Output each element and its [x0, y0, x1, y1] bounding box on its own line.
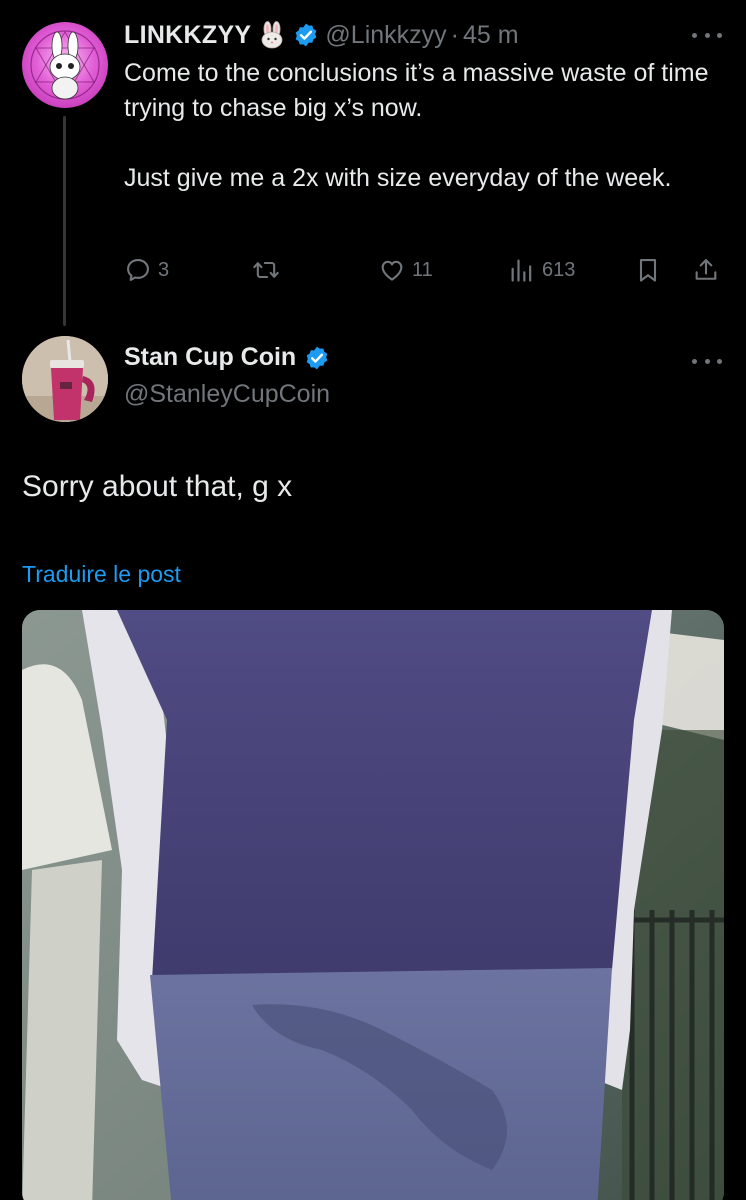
tweet-media-image[interactable] [22, 610, 724, 1200]
heart-icon [381, 260, 403, 281]
repost-button[interactable] [252, 252, 286, 288]
verified-badge-icon[interactable] [293, 22, 319, 48]
reply-icon [127, 259, 149, 281]
post-timestamp[interactable]: 45 m [463, 21, 519, 50]
parent-tweet[interactable]: LINKKZYY @Linkkzyy · 45 m Come to the co… [0, 0, 746, 330]
rabbit-avatar-art [30, 30, 100, 100]
author-display-name[interactable]: LINKKZYY [124, 21, 251, 50]
like-count: 11 [412, 258, 433, 281]
reply-count: 3 [158, 258, 170, 281]
repost-icon [253, 261, 279, 279]
author-handle[interactable]: @Linkkzyy [325, 21, 446, 50]
share-button[interactable] [692, 252, 720, 288]
tweet-paragraph: Just give me a 2x with size everyday of … [124, 164, 672, 192]
meta-separator: · [450, 20, 459, 49]
reply-author-handle[interactable]: @StanleyCupCoin [124, 380, 330, 409]
translate-post-link[interactable]: Traduire le post [22, 561, 181, 588]
linkkzyy-avatar[interactable] [22, 22, 108, 108]
parent-tweet-text: Come to the conclusions it’s a massive w… [124, 56, 724, 196]
pink-tumbler-cup-art [22, 336, 108, 422]
reply-button[interactable]: 3 [124, 252, 169, 288]
mannequin-scene-image [22, 610, 724, 1200]
tweet-paragraph: Come to the conclusions it’s a massive w… [124, 59, 709, 122]
views-button[interactable]: 613 [508, 252, 575, 288]
more-options-icon[interactable] [692, 30, 722, 40]
more-options-icon[interactable] [692, 356, 722, 366]
like-button[interactable]: 11 [378, 252, 433, 288]
share-icon [695, 259, 717, 280]
rabbit-face-icon [262, 21, 283, 49]
parent-tweet-header: LINKKZYY @Linkkzyy · 45 m [124, 18, 519, 52]
reply-author-display-name[interactable]: Stan Cup Coin [124, 343, 296, 372]
tweet-action-bar: 3 11 613 [124, 252, 724, 288]
view-count: 613 [542, 258, 576, 281]
stancupcoin-avatar[interactable] [22, 336, 108, 422]
views-chart-icon [511, 259, 532, 282]
reply-tweet-text: Sorry about that, g x [22, 470, 293, 503]
verified-badge-icon[interactable] [304, 345, 330, 371]
bookmark-icon [639, 259, 657, 282]
reply-author-row: Stan Cup Coin [124, 343, 330, 372]
bookmark-button[interactable] [634, 252, 662, 288]
thread-connector-line [63, 116, 66, 326]
